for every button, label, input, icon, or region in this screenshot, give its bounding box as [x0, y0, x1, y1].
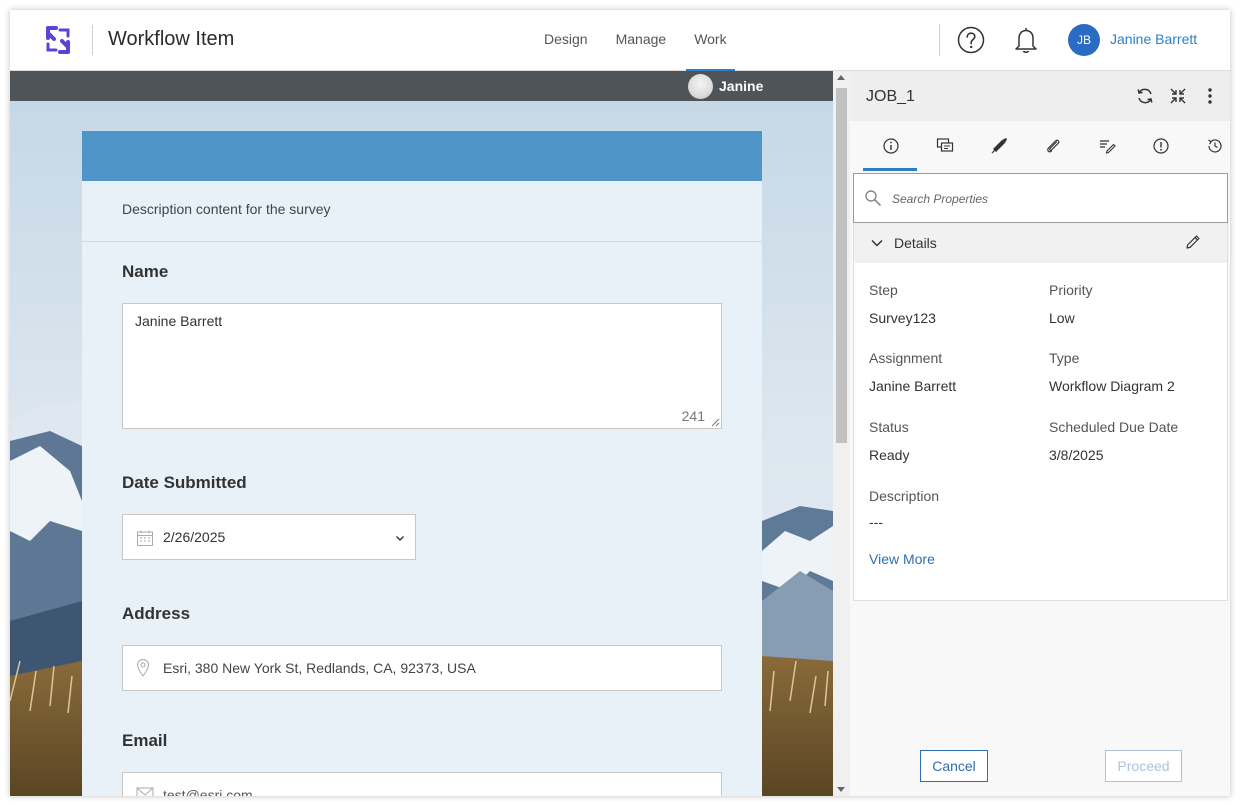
status-value: Ready: [869, 447, 910, 463]
panel-tabs: [850, 121, 1230, 171]
user-name-link[interactable]: Janine Barrett: [1110, 31, 1197, 47]
tab-notes[interactable]: [1079, 121, 1133, 171]
search-properties-input[interactable]: [892, 188, 1212, 210]
help-icon[interactable]: [957, 26, 985, 54]
scroll-up-arrow-icon[interactable]: [837, 75, 845, 80]
status-label: Status: [869, 419, 909, 435]
tab-history[interactable]: [1187, 121, 1230, 171]
survey-scrollbar[interactable]: [833, 71, 850, 796]
info-icon: [883, 138, 899, 154]
step-label: Step: [869, 282, 898, 298]
view-more-link[interactable]: View More: [869, 551, 935, 567]
chevron-down-icon[interactable]: [870, 236, 884, 250]
job-title: JOB_1: [866, 88, 915, 105]
app-header: Workflow Item Design Manage Work JB Jani…: [10, 10, 1230, 71]
survey-user-avatar[interactable]: [688, 74, 713, 99]
email-question-label: Email: [122, 731, 168, 750]
scroll-thumb[interactable]: [836, 88, 847, 443]
tab-alerts[interactable]: [1133, 121, 1187, 171]
location-pin-icon: [136, 658, 150, 677]
user-avatar[interactable]: JB: [1068, 24, 1100, 56]
alert-circle-icon: [1153, 138, 1169, 154]
address-field[interactable]: Esri, 380 New York St, Redlands, CA, 923…: [122, 645, 722, 691]
resize-handle-icon[interactable]: [711, 418, 720, 427]
date-value: 2/26/2025: [163, 529, 226, 545]
details-section: Details Step Survey123 Priority Low Assi…: [853, 223, 1228, 601]
history-icon: [1208, 139, 1222, 153]
tab-comments[interactable]: [917, 121, 971, 171]
character-counter: 241: [681, 408, 705, 424]
address-question-label: Address: [122, 604, 191, 623]
type-label: Type: [1049, 350, 1080, 366]
nav-design[interactable]: Design: [530, 10, 602, 71]
app-window: Workflow Item Design Manage Work JB Jani…: [10, 10, 1230, 796]
step-value: Survey123: [869, 310, 936, 326]
app-title: Workflow Item: [108, 28, 235, 50]
collapse-icon[interactable]: [1168, 86, 1188, 106]
address-value: Esri, 380 New York St, Redlands, CA, 923…: [163, 660, 476, 676]
assignment-value: Janine Barrett: [869, 378, 957, 394]
form-header-banner: [82, 131, 762, 181]
mail-icon: [136, 787, 154, 796]
chevron-down-icon[interactable]: [394, 532, 406, 544]
more-options-icon[interactable]: [1200, 86, 1220, 106]
name-question-label: Name: [122, 262, 169, 281]
property-search[interactable]: [853, 173, 1228, 223]
nav-manage[interactable]: Manage: [602, 10, 681, 71]
survey-form: Description content for the survey Name …: [82, 131, 762, 796]
pencil-edit-icon[interactable]: [1185, 234, 1201, 250]
tab-properties[interactable]: [863, 121, 917, 171]
comments-icon: [936, 138, 954, 152]
tab-attachments[interactable]: [1025, 121, 1079, 171]
priority-value: Low: [1049, 310, 1075, 326]
survey-viewer: Janine Description content for the surve…: [10, 71, 833, 796]
type-value: Workflow Diagram 2: [1049, 378, 1175, 394]
description-value: ---: [869, 514, 883, 530]
assignment-label: Assignment: [869, 350, 943, 366]
name-value: Janine Barrett: [135, 313, 223, 329]
email-field[interactable]: test@esri.com: [122, 772, 722, 796]
map-pin-fill-icon: [991, 138, 1007, 154]
nav-work[interactable]: Work: [680, 10, 740, 71]
main-nav: Design Manage Work: [530, 10, 741, 71]
panel-header: JOB_1: [850, 71, 1230, 121]
tab-location[interactable]: [971, 121, 1025, 171]
header-divider-right: [939, 24, 940, 56]
search-icon: [865, 190, 881, 206]
email-value: test@esri.com: [163, 787, 253, 796]
scroll-down-arrow-icon[interactable]: [837, 787, 845, 792]
survey-user-name[interactable]: Janine: [719, 78, 763, 94]
notifications-bell-icon[interactable]: [1012, 25, 1040, 55]
form-divider: [82, 241, 762, 242]
name-textarea[interactable]: Janine Barrett 241: [122, 303, 722, 429]
description-label: Description: [869, 488, 940, 504]
calendar-icon: [137, 530, 153, 546]
refresh-icon[interactable]: [1135, 86, 1155, 106]
due-date-label: Scheduled Due Date: [1049, 419, 1179, 435]
proceed-button[interactable]: Proceed: [1105, 750, 1182, 782]
date-picker-field[interactable]: 2/26/2025: [122, 514, 416, 560]
job-properties-panel: JOB_1 Search Properties Details Step Sur…: [850, 71, 1230, 796]
cancel-button[interactable]: Cancel: [920, 750, 988, 782]
workflow-logo-icon[interactable]: [42, 24, 74, 56]
paperclip-icon: [1047, 139, 1060, 153]
priority-label: Priority: [1049, 282, 1093, 298]
survey-top-bar: Janine: [10, 71, 833, 101]
form-description: Description content for the survey: [122, 201, 331, 217]
details-header[interactable]: Details: [854, 223, 1227, 263]
details-title: Details: [894, 235, 937, 251]
notes-edit-icon: [1100, 140, 1116, 154]
header-divider: [92, 25, 93, 55]
date-question-label: Date Submitted: [122, 473, 247, 492]
due-date-value: 3/8/2025: [1049, 447, 1104, 463]
